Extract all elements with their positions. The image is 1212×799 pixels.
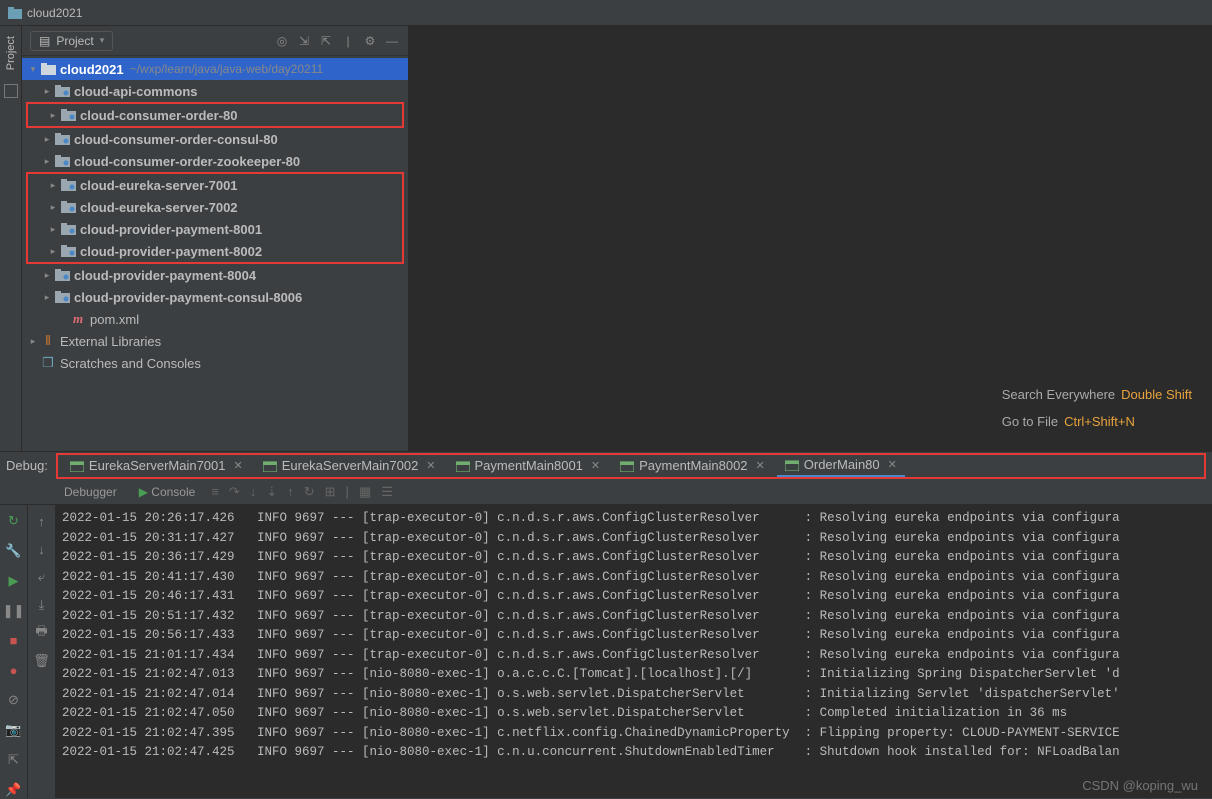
print-icon[interactable]: 🖶 bbox=[34, 625, 50, 641]
tree-module[interactable]: cloud-eureka-server-7002 bbox=[28, 196, 402, 218]
close-icon[interactable]: ✕ bbox=[756, 459, 765, 472]
tree-module[interactable]: cloud-api-commons bbox=[22, 80, 408, 102]
debug-label: Debug: bbox=[6, 458, 48, 473]
debug-tab-bar: Debug: EurekaServerMain7001✕EurekaServer… bbox=[0, 451, 1212, 479]
collapse-all-icon[interactable]: ⇱ bbox=[318, 33, 334, 49]
up-icon[interactable]: ↑ bbox=[34, 513, 50, 529]
project-panel: ▤ Project ▾ ◎ ⇲ ⇱ | ⚙ — cloud2021~/wxp/l… bbox=[22, 26, 409, 451]
clear-icon[interactable]: 🗑 bbox=[34, 653, 50, 669]
scroll-end-icon[interactable]: ⤓ bbox=[34, 597, 50, 613]
project-panel-icon: ▤ bbox=[39, 34, 50, 48]
hint-gotofile-key: Ctrl+Shift+N bbox=[1064, 414, 1135, 429]
layout-settings-icon[interactable]: ⇱ bbox=[6, 752, 22, 768]
run-tab[interactable]: OrderMain80✕ bbox=[777, 454, 905, 477]
run-tab[interactable]: PaymentMain8002✕ bbox=[612, 455, 773, 476]
modify-run-icon[interactable]: 🔧 bbox=[6, 543, 22, 559]
step-over-icon[interactable]: ↷ bbox=[229, 484, 240, 500]
project-tool-tab[interactable]: Project bbox=[3, 32, 19, 74]
run-configurations-tabs: EurekaServerMain7001✕EurekaServerMain700… bbox=[56, 453, 1206, 479]
view-breakpoints-icon[interactable]: ● bbox=[6, 663, 22, 679]
layout-icon[interactable]: ▦ bbox=[359, 484, 371, 500]
debug-side-toolbar-1: ↻ 🔧 ▶ ❚❚ ■ ● ⊘ 📷 ⇱ 📌 bbox=[0, 505, 28, 798]
debug-side-toolbar-2: ↑ ↓ ⤶ ⤓ 🖶 🗑 bbox=[28, 505, 56, 798]
hide-icon[interactable]: — bbox=[384, 33, 400, 49]
force-step-icon[interactable]: ⇣ bbox=[266, 484, 277, 500]
rerun-icon[interactable]: ↻ bbox=[6, 513, 22, 529]
hint-search-key: Double Shift bbox=[1121, 387, 1192, 402]
project-panel-title: Project bbox=[56, 34, 93, 48]
soft-wrap-icon[interactable]: ⤶ bbox=[34, 569, 50, 585]
editor-area: Search Everywhere Double Shift Go to File… bbox=[409, 26, 1212, 451]
tree-module[interactable]: cloud-consumer-order-zookeeper-80 bbox=[22, 150, 408, 172]
run-tab[interactable]: PaymentMain8001✕ bbox=[448, 455, 609, 476]
tool-window-left-bar: Project bbox=[0, 26, 22, 451]
step-into-icon[interactable]: ↓ bbox=[250, 484, 257, 499]
console-area: ↻ 🔧 ▶ ❚❚ ■ ● ⊘ 📷 ⇱ 📌 ↑ ↓ ⤶ ⤓ 🖶 🗑 2022-01… bbox=[0, 505, 1212, 798]
settings-icon[interactable]: ☰ bbox=[381, 484, 393, 500]
console-output[interactable]: 2022-01-15 20:26:17.426 INFO 9697 --- [t… bbox=[56, 505, 1212, 798]
run-tab[interactable]: EurekaServerMain7001✕ bbox=[62, 455, 251, 476]
project-panel-header: ▤ Project ▾ ◎ ⇲ ⇱ | ⚙ — bbox=[22, 26, 408, 56]
hint-gotofile-label: Go to File bbox=[1002, 414, 1058, 429]
close-icon[interactable]: ✕ bbox=[591, 459, 600, 472]
app-icon bbox=[8, 7, 22, 19]
expand-all-icon[interactable]: ⇲ bbox=[296, 33, 312, 49]
tree-module[interactable]: cloud-provider-payment-8004 bbox=[22, 264, 408, 286]
run-to-cursor-icon[interactable]: ↻ bbox=[304, 484, 315, 500]
window-title: cloud2021 bbox=[27, 6, 82, 20]
tree-scratches[interactable]: ❒Scratches and Consoles bbox=[22, 352, 408, 374]
tree-module[interactable]: cloud-eureka-server-7001 bbox=[28, 174, 402, 196]
tree-external-libs[interactable]: ⫴External Libraries bbox=[22, 330, 408, 352]
tree-root[interactable]: cloud2021~/wxp/learn/java/java-web/day20… bbox=[22, 58, 408, 80]
debug-toolbar: Debugger ▶ Console ≡ ↷ ↓ ⇣ ↑ ↻ ⊞ | ▦ ☰ bbox=[0, 479, 1212, 505]
camera-icon[interactable]: 📷 bbox=[6, 722, 22, 738]
close-icon[interactable]: ✕ bbox=[426, 459, 435, 472]
tree-module[interactable]: cloud-consumer-order-consul-80 bbox=[22, 128, 408, 150]
toolbar-icon[interactable]: ≡ bbox=[211, 484, 219, 499]
title-bar: cloud2021 bbox=[0, 0, 1212, 26]
project-tree[interactable]: cloud2021~/wxp/learn/java/java-web/day20… bbox=[22, 56, 408, 451]
resume-icon[interactable]: ▶ bbox=[6, 573, 22, 589]
project-view-selector[interactable]: ▤ Project ▾ bbox=[30, 31, 113, 51]
stop-icon[interactable]: ■ bbox=[6, 633, 22, 649]
editor-hints: Search Everywhere Double Shift Go to File… bbox=[1002, 387, 1192, 441]
down-icon[interactable]: ↓ bbox=[34, 541, 50, 557]
step-out-icon[interactable]: ↑ bbox=[287, 484, 294, 499]
locate-icon[interactable]: ◎ bbox=[274, 33, 290, 49]
divider: | bbox=[346, 484, 349, 499]
tree-module[interactable]: cloud-provider-payment-consul-8006 bbox=[22, 286, 408, 308]
tree-file[interactable]: mpom.xml bbox=[22, 308, 408, 330]
chevron-down-icon: ▾ bbox=[100, 35, 105, 46]
tree-module[interactable]: cloud-consumer-order-80 bbox=[28, 104, 402, 126]
tree-module[interactable]: cloud-provider-payment-8001 bbox=[28, 218, 402, 240]
divider: | bbox=[340, 33, 356, 49]
run-tab[interactable]: EurekaServerMain7002✕ bbox=[255, 455, 444, 476]
pin-icon[interactable]: 📌 bbox=[6, 782, 22, 798]
close-icon[interactable]: ✕ bbox=[234, 459, 243, 472]
close-icon[interactable]: ✕ bbox=[888, 458, 897, 471]
structure-tool-icon[interactable] bbox=[4, 84, 18, 98]
evaluate-icon[interactable]: ⊞ bbox=[325, 484, 336, 500]
debugger-tab[interactable]: Debugger bbox=[58, 482, 123, 502]
pause-icon[interactable]: ❚❚ bbox=[6, 603, 22, 619]
gear-icon[interactable]: ⚙ bbox=[362, 33, 378, 49]
hint-search-label: Search Everywhere bbox=[1002, 387, 1115, 402]
mute-breakpoints-icon[interactable]: ⊘ bbox=[6, 692, 22, 708]
tree-module[interactable]: cloud-provider-payment-8002 bbox=[28, 240, 402, 262]
console-tab[interactable]: ▶ Console bbox=[133, 482, 202, 502]
